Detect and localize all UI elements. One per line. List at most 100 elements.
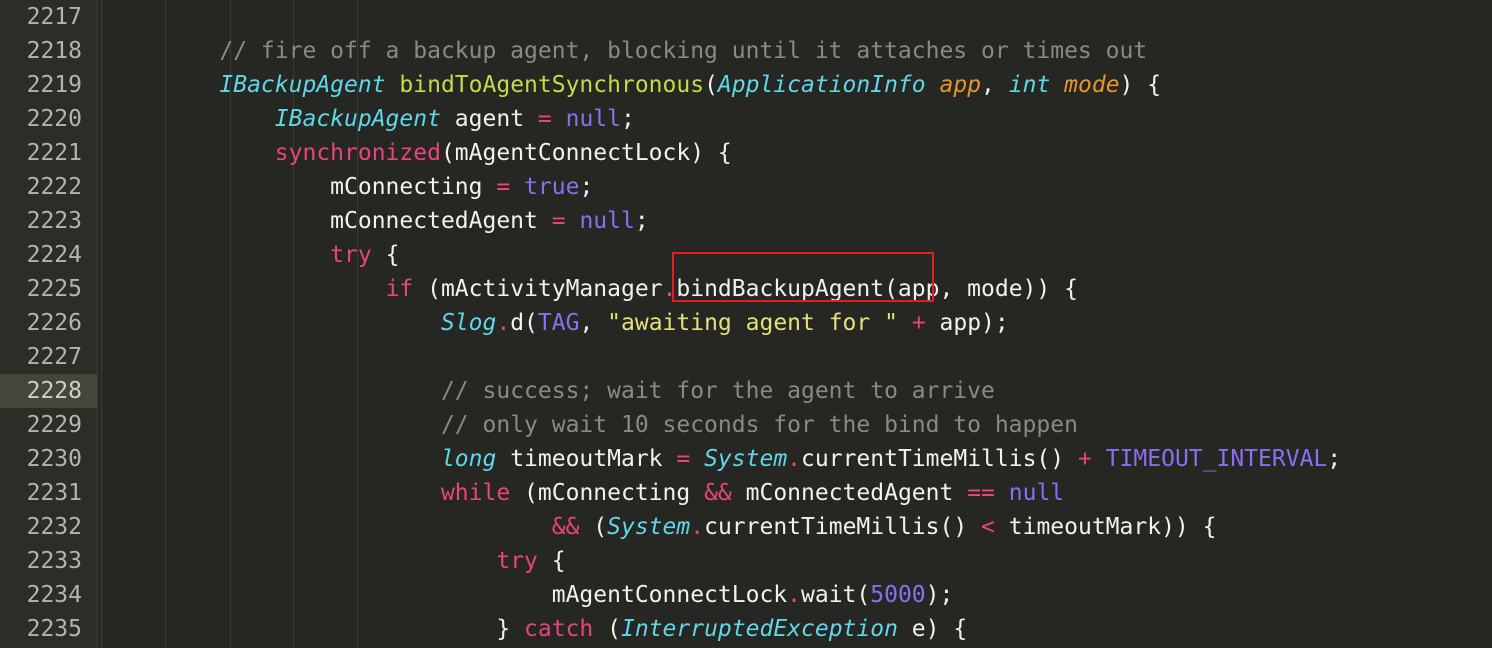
token-kw: synchronized — [274, 140, 441, 166]
token-plain: (mActivityManager — [413, 276, 663, 302]
code-line[interactable]: if (mActivityManager.bindBackupAgent(app… — [164, 272, 1492, 306]
line-number[interactable]: 2235 — [0, 612, 98, 646]
token-op: . — [662, 276, 677, 302]
code-line[interactable]: // only wait 10 seconds for the bind to … — [164, 408, 1492, 442]
code-line[interactable]: mAgentConnectLock.wait(5000); — [164, 578, 1492, 612]
token-comment: // success; wait for the agent to arrive — [440, 378, 995, 404]
code-line[interactable]: mConnecting = true; — [164, 170, 1492, 204]
code-line[interactable]: && (System.currentTimeMillis() < timeout… — [164, 510, 1492, 544]
line-number[interactable]: 2231 — [0, 476, 98, 510]
token-op: = — [537, 106, 552, 132]
line-number[interactable]: 2233 — [0, 544, 98, 578]
code-editor[interactable]: 2217 2218 2219 2220 2221 2222 2223 2224 2225 2226… — [0, 0, 1492, 648]
token-op: . — [690, 514, 705, 540]
code-surface[interactable]: // fire off a backup agent, blocking unt… — [98, 0, 1492, 648]
token-plain: agent — [440, 106, 538, 132]
token-plain: wait( — [801, 582, 871, 608]
token-param: mode — [1064, 72, 1120, 98]
code-line[interactable]: Slog.d(TAG, "awaiting agent for " + app)… — [164, 306, 1492, 340]
token-op: . — [496, 310, 511, 336]
token-punct: ( — [704, 72, 718, 98]
token-punct: ; — [1327, 446, 1342, 472]
token-type: int — [1008, 72, 1051, 98]
token-op: && — [551, 514, 580, 540]
code-line[interactable]: // success; wait for the agent to arrive — [164, 374, 1492, 408]
token-op: = — [496, 174, 511, 200]
line-number-gutter[interactable]: 2217 2218 2219 2220 2221 2222 2223 2224 2225 2226… — [0, 0, 98, 648]
code-line[interactable]: while (mConnecting && mConnectedAgent ==… — [164, 476, 1492, 510]
token-kw: while — [440, 480, 511, 506]
token-plain: d( — [510, 310, 538, 336]
token-type: long — [440, 446, 497, 472]
token-comment: // fire off a backup agent, blocking unt… — [219, 38, 1148, 64]
token-punct: { — [537, 548, 566, 574]
code-line[interactable]: synchronized(mAgentConnectLock) { — [164, 136, 1492, 170]
code-line[interactable]: try { — [164, 238, 1492, 272]
code-line[interactable]: // fire off a backup agent, blocking unt… — [164, 34, 1492, 68]
token-const: null — [579, 208, 635, 234]
token-punct: , — [981, 72, 1009, 98]
line-number[interactable]: 2226 — [0, 306, 98, 340]
token-plain: mAgentConnectLock — [551, 582, 788, 608]
token-plain: ); — [925, 582, 954, 608]
line-number[interactable]: 2230 — [0, 442, 98, 476]
token-comment: // only wait 10 seconds for the bind to … — [440, 412, 1078, 438]
code-line[interactable]: } catch (InterruptedException e) { — [164, 612, 1492, 646]
token-op: + — [911, 310, 926, 336]
token-const: TIMEOUT_INTERVAL — [1105, 446, 1328, 472]
token-op: + — [1077, 446, 1092, 472]
code-content[interactable]: // fire off a backup agent, blocking unt… — [98, 0, 1492, 646]
code-line[interactable]: IBackupAgent bindToAgentSynchronous(Appl… — [164, 68, 1492, 102]
token-plain: timeoutMark — [496, 446, 677, 472]
line-number[interactable]: 2228 — [0, 374, 98, 408]
code-line[interactable]: IBackupAgent agent = null; — [164, 102, 1492, 136]
line-number[interactable]: 2218 — [0, 34, 98, 68]
token-type: System — [704, 446, 788, 472]
line-number[interactable]: 2219 — [0, 68, 98, 102]
code-line[interactable]: mConnectedAgent = null; — [164, 204, 1492, 238]
code-line[interactable]: long timeoutMark = System.currentTimeMil… — [164, 442, 1492, 476]
token-kw: catch — [524, 616, 594, 642]
line-number[interactable]: 2232 — [0, 510, 98, 544]
token-plain: bindBackupAgent(app, mode)) { — [676, 276, 1078, 302]
line-number[interactable]: 2220 — [0, 102, 98, 136]
line-number[interactable]: 2217 — [0, 0, 98, 34]
code-line[interactable]: try { — [164, 544, 1492, 578]
token-plain: ( — [579, 514, 608, 540]
code-line[interactable] — [164, 340, 1492, 374]
line-number[interactable]: 2227 — [0, 340, 98, 374]
line-number[interactable]: 2221 — [0, 136, 98, 170]
token-const: null — [1008, 480, 1065, 506]
line-number[interactable]: 2222 — [0, 170, 98, 204]
token-punct: ; — [634, 208, 649, 234]
token-type: Slog — [440, 310, 497, 336]
token-plain: (mConnecting — [510, 480, 705, 506]
token-type: InterruptedException — [621, 616, 898, 642]
token-kw: try — [496, 548, 538, 574]
line-number[interactable]: 2234 — [0, 578, 98, 612]
line-number[interactable]: 2223 — [0, 204, 98, 238]
line-number[interactable]: 2229 — [0, 408, 98, 442]
line-number[interactable]: 2225 — [0, 272, 98, 306]
code-line[interactable] — [164, 0, 1492, 34]
token-punct: ; — [621, 106, 635, 132]
line-number[interactable]: 2224 — [0, 238, 98, 272]
